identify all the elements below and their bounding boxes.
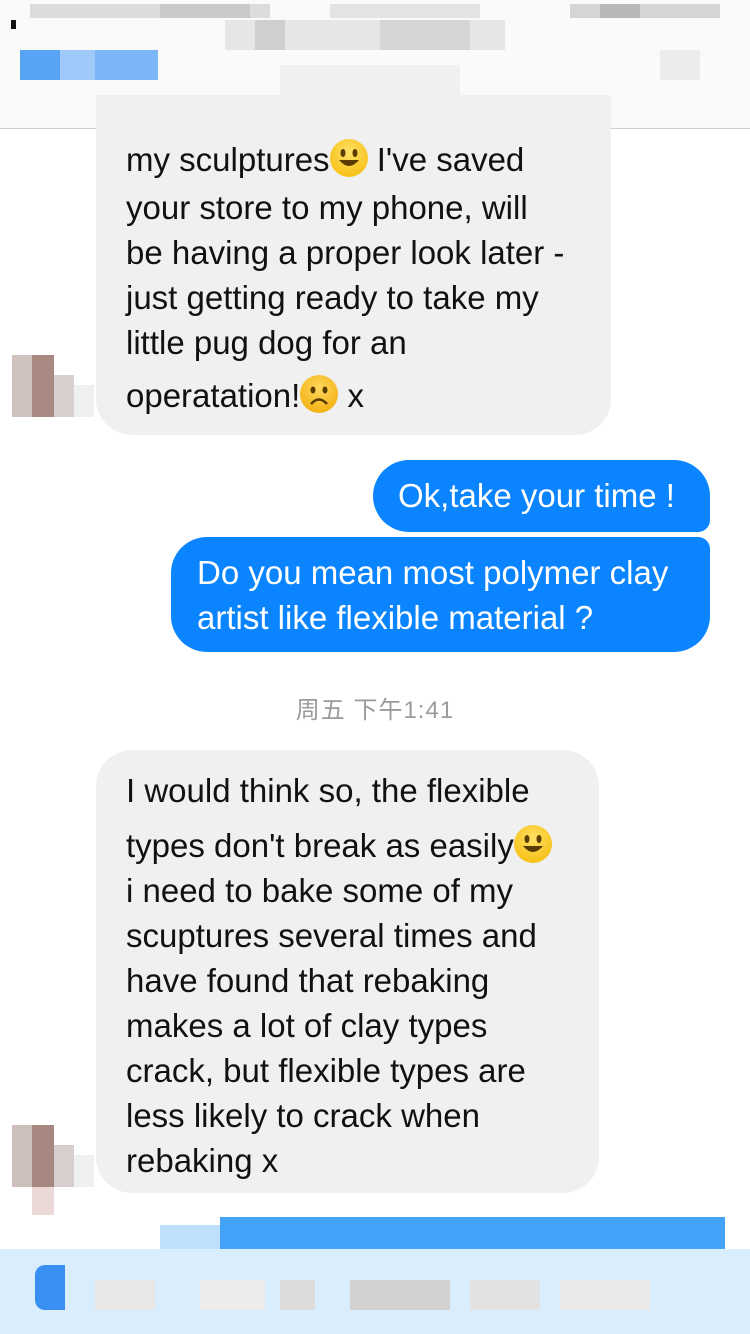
- message-bubble-outgoing[interactable]: Ok,take your time !: [373, 460, 710, 532]
- message-bubble-incoming[interactable]: my sculptures I've saved your store to m…: [96, 95, 611, 435]
- message-line: I would think so, the flexible: [126, 772, 530, 809]
- message-input[interactable]: [95, 1280, 155, 1310]
- sad-icon: [300, 375, 339, 413]
- timestamp: 周五 下午1:41: [295, 697, 455, 724]
- message-line: your store to my phone, will: [126, 189, 528, 226]
- message-line: Ok,take your time !: [398, 477, 675, 514]
- input-bar: [0, 1205, 750, 1334]
- message-bubble-incoming[interactable]: I would think so, the flexible types don…: [96, 750, 599, 1193]
- message-line: less likely to crack when: [126, 1097, 480, 1134]
- message-line: my sculptures I've saved: [126, 139, 525, 178]
- message-line: just getting ready to take my: [126, 279, 539, 316]
- status-bar-indicator: [11, 20, 16, 29]
- smile-icon: [513, 825, 552, 863]
- message-line: Do you mean most polymer clay: [197, 554, 669, 591]
- contact-avatar[interactable]: [12, 1125, 94, 1215]
- camera-icon[interactable]: [35, 1265, 65, 1310]
- message-line: little pug dog for an: [126, 324, 407, 361]
- message-line: have found that rebaking: [126, 962, 490, 999]
- message-line: be having a proper look later -: [126, 234, 565, 271]
- message-line: operatation! x: [126, 375, 364, 414]
- message-bubble-outgoing[interactable]: Do you mean most polymer clay artist lik…: [171, 537, 710, 652]
- contact-avatar[interactable]: [12, 355, 94, 417]
- smile-icon: [329, 139, 368, 177]
- reply-banner[interactable]: [220, 1217, 725, 1249]
- message-line: makes a lot of clay types: [126, 1007, 488, 1044]
- message-line: rebaking x: [126, 1142, 279, 1179]
- message-line: i need to bake some of my: [126, 872, 514, 909]
- message-line: scuptures several times and: [126, 917, 537, 954]
- message-line: crack, but flexible types are: [126, 1052, 526, 1089]
- message-line: types don't break as easily: [126, 823, 599, 868]
- message-line: artist like flexible material ?: [197, 599, 594, 636]
